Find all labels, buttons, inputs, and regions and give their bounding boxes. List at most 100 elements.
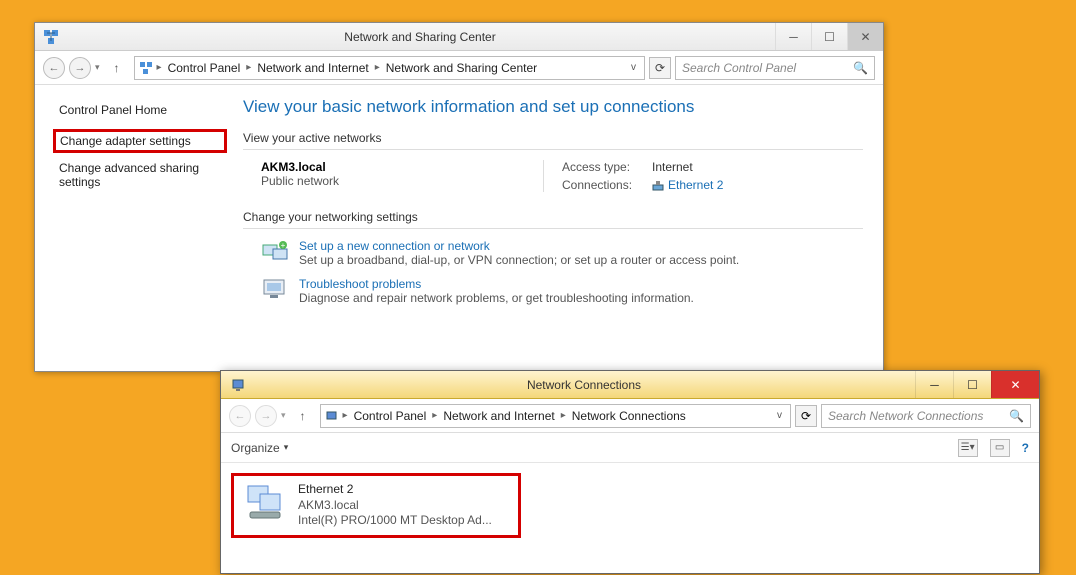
access-type-label: Access type:	[562, 160, 652, 174]
connection-domain: AKM3.local	[298, 498, 492, 514]
active-network-row: AKM3.local Public network Access type: I…	[243, 160, 863, 192]
page-headline: View your basic network information and …	[243, 97, 863, 117]
main-panel: View your basic network information and …	[233, 85, 883, 371]
crumb-network-internet[interactable]: Network and Internet	[441, 409, 556, 423]
close-button[interactable]: ✕	[991, 371, 1039, 398]
refresh-button[interactable]: ⟳	[649, 57, 671, 79]
app-icon	[43, 29, 59, 45]
forward-button[interactable]: →	[255, 405, 277, 427]
network-identity: AKM3.local Public network	[243, 160, 543, 192]
titlebar[interactable]: Network and Sharing Center ─ ☐ ✕	[35, 23, 883, 51]
chevron-right-icon: ▸	[246, 62, 251, 73]
crumb-network-internet[interactable]: Network and Internet	[255, 61, 370, 75]
address-bar[interactable]: ▸ Control Panel ▸ Network and Internet ▸…	[320, 404, 791, 428]
connection-adapter: Intel(R) PRO/1000 MT Desktop Ad...	[298, 513, 492, 529]
refresh-button[interactable]: ⟳	[795, 405, 817, 427]
up-button[interactable]: ↑	[294, 407, 312, 425]
crumb-control-panel[interactable]: Control Panel	[352, 409, 429, 423]
help-button[interactable]: ?	[1022, 441, 1029, 455]
toolbar: Organize ▾ ☰▾ ▭ ?	[221, 433, 1039, 463]
troubleshoot-link[interactable]: Troubleshoot problems	[299, 277, 694, 291]
back-button[interactable]: ←	[229, 405, 251, 427]
search-icon: 🔍	[1009, 409, 1024, 423]
window-body: Control Panel Home Change adapter settin…	[35, 85, 883, 371]
app-icon	[231, 377, 247, 393]
address-bar[interactable]: ▸ Control Panel ▸ Network and Internet ▸…	[134, 56, 645, 80]
change-settings-header: Change your networking settings	[243, 210, 863, 224]
address-dropdown-icon[interactable]: v	[773, 410, 786, 421]
setup-connection-desc: Set up a broadband, dial-up, or VPN conn…	[299, 253, 739, 267]
connection-link[interactable]: Ethernet 2	[652, 178, 723, 192]
troubleshoot-desc: Diagnose and repair network problems, or…	[299, 291, 694, 305]
sidebar-advanced-sharing[interactable]: Change advanced sharing settings	[59, 157, 221, 193]
connection-item-ethernet2[interactable]: Ethernet 2 AKM3.local Intel(R) PRO/1000 …	[231, 473, 521, 538]
window-title: Network and Sharing Center	[65, 30, 775, 44]
troubleshoot-text: Troubleshoot problems Diagnose and repai…	[299, 277, 694, 305]
divider	[243, 149, 863, 150]
search-input[interactable]: Search Network Connections 🔍	[821, 404, 1031, 428]
sidebar: Control Panel Home Change adapter settin…	[35, 85, 233, 371]
close-button[interactable]: ✕	[847, 23, 883, 50]
maximize-button[interactable]: ☐	[811, 23, 847, 50]
up-button[interactable]: ↑	[108, 59, 126, 77]
access-type-value: Internet	[652, 160, 723, 174]
chevron-right-icon: ▸	[157, 62, 162, 73]
address-dropdown-icon[interactable]: v	[627, 62, 640, 73]
minimize-button[interactable]: ─	[775, 23, 811, 50]
network-sharing-center-window: Network and Sharing Center ─ ☐ ✕ ← → ▾ ↑…	[34, 22, 884, 372]
network-details: Access type: Internet Connections: Ether…	[543, 160, 723, 192]
setup-connection-text: Set up a new connection or network Set u…	[299, 239, 739, 267]
minimize-button[interactable]: ─	[915, 371, 953, 398]
maximize-button[interactable]: ☐	[953, 371, 991, 398]
forward-button[interactable]: →	[69, 57, 91, 79]
address-icon	[139, 61, 153, 75]
organize-menu[interactable]: Organize ▾	[231, 441, 288, 455]
view-options-button[interactable]: ☰▾	[958, 439, 978, 457]
nav-toolbar: ← → ▾ ↑ ▸ Control Panel ▸ Network and In…	[35, 51, 883, 85]
setup-connection-row: + Set up a new connection or network Set…	[261, 239, 863, 267]
connection-name: Ethernet 2	[668, 178, 723, 192]
crumb-network-sharing[interactable]: Network and Sharing Center	[384, 61, 539, 75]
window-body: Ethernet 2 AKM3.local Intel(R) PRO/1000 …	[221, 463, 1039, 573]
window-title: Network Connections	[253, 378, 915, 392]
chevron-right-icon: ▸	[432, 410, 437, 421]
troubleshoot-icon	[261, 277, 289, 301]
network-connections-window: Network Connections ─ ☐ ✕ ← → ▾ ↑ ▸ Cont…	[220, 370, 1040, 574]
chevron-right-icon: ▸	[561, 410, 566, 421]
search-placeholder: Search Control Panel	[682, 61, 796, 75]
network-name: AKM3.local	[261, 160, 543, 174]
titlebar[interactable]: Network Connections ─ ☐ ✕	[221, 371, 1039, 399]
search-icon: 🔍	[853, 61, 868, 75]
chevron-down-icon: ▾	[284, 442, 289, 453]
toolbar-right: ☰▾ ▭ ?	[958, 439, 1029, 457]
troubleshoot-row: Troubleshoot problems Diagnose and repai…	[261, 277, 863, 305]
preview-pane-button[interactable]: ▭	[990, 439, 1010, 457]
window-buttons: ─ ☐ ✕	[915, 371, 1039, 398]
back-button[interactable]: ←	[43, 57, 65, 79]
svg-text:+: +	[281, 241, 286, 250]
setup-connection-icon: +	[261, 239, 289, 263]
history-dropdown-icon[interactable]: ▾	[281, 410, 286, 421]
connection-name: Ethernet 2	[298, 482, 492, 498]
sidebar-home[interactable]: Control Panel Home	[59, 99, 221, 121]
window-buttons: ─ ☐ ✕	[775, 23, 883, 50]
setup-connection-link[interactable]: Set up a new connection or network	[299, 239, 739, 253]
divider	[243, 228, 863, 229]
organize-label: Organize	[231, 441, 280, 455]
sidebar-change-adapter[interactable]: Change adapter settings	[53, 129, 227, 153]
search-placeholder: Search Network Connections	[828, 409, 983, 423]
connections-label: Connections:	[562, 178, 652, 192]
network-type: Public network	[261, 174, 543, 188]
active-networks-header: View your active networks	[243, 131, 863, 145]
ethernet-icon	[652, 179, 664, 191]
crumb-control-panel[interactable]: Control Panel	[166, 61, 243, 75]
crumb-network-connections[interactable]: Network Connections	[570, 409, 688, 423]
search-input[interactable]: Search Control Panel 🔍	[675, 56, 875, 80]
chevron-right-icon: ▸	[375, 62, 380, 73]
history-dropdown-icon[interactable]: ▾	[95, 62, 100, 73]
address-icon	[325, 409, 339, 423]
network-adapter-icon	[244, 482, 288, 522]
connection-text: Ethernet 2 AKM3.local Intel(R) PRO/1000 …	[298, 482, 492, 529]
nav-toolbar: ← → ▾ ↑ ▸ Control Panel ▸ Network and In…	[221, 399, 1039, 433]
chevron-right-icon: ▸	[343, 410, 348, 421]
